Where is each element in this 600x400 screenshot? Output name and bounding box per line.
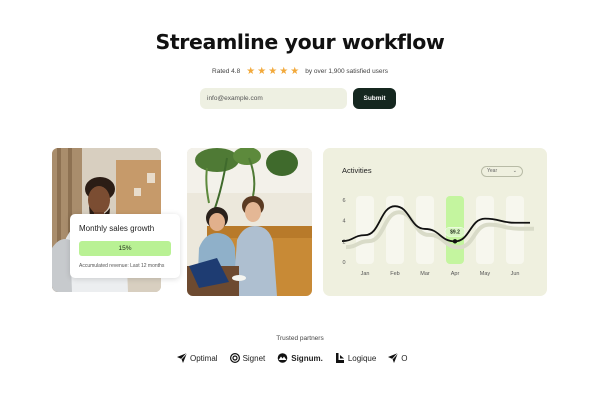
star-icon: ★: [268, 66, 278, 77]
rating-row: Rated 4.8 ★ ★ ★ ★ ★ by over 1,900 satisf…: [0, 66, 600, 77]
x-tick-label: Jun: [511, 271, 520, 277]
month-column: [356, 196, 374, 264]
sales-card-title: Monthly sales growth: [79, 224, 155, 233]
star-icon: ★: [279, 66, 289, 77]
y-tick-label: 0: [342, 260, 345, 266]
spiral-icon: [229, 353, 240, 363]
y-tick-label: 6: [342, 198, 345, 204]
sales-growth-bar: 15%: [79, 241, 171, 256]
x-tick-label: Feb: [390, 271, 399, 277]
page-title: Streamline your workflow: [155, 30, 445, 54]
highlight-value-label: $9.2: [450, 230, 460, 236]
partner-o: O: [388, 353, 408, 363]
partner-signet: Signet: [229, 353, 266, 363]
partner-name: O: [401, 353, 408, 363]
activities-card: Activities Year ⌄ 0 2 4 6 Jan Feb Mar Apr May Jun…: [323, 148, 547, 296]
rating-prefix: Rated 4.8: [212, 68, 241, 75]
activities-chart: 0246Jan Feb Mar Apr May Jun$9.2: [341, 196, 534, 277]
photo-team-working: [187, 148, 312, 296]
partners-row: Optimal Signet Signum. Logique O: [177, 351, 408, 365]
rating-stars: ★ ★ ★ ★ ★: [246, 66, 300, 77]
partner-name: Logique: [347, 353, 377, 363]
partner-name: Signum.: [291, 353, 323, 363]
x-tick-label: May: [480, 271, 491, 277]
y-tick-label: 4: [342, 219, 345, 225]
star-icon: ★: [290, 66, 300, 77]
partner-name: Optimal: [190, 353, 218, 363]
partner-logique: Logique: [335, 353, 376, 363]
sales-growth-card: Monthly sales growth 15% Accumulated rev…: [70, 214, 180, 278]
rating-suffix: by over 1,900 satisfied users: [305, 68, 388, 75]
paper-plane-icon: [177, 353, 187, 363]
x-tick-label: Mar: [420, 271, 430, 277]
email-field[interactable]: [200, 88, 347, 109]
partner-name: Signet: [242, 353, 266, 363]
mountain-icon: [277, 353, 288, 363]
highlight-point: [452, 239, 458, 244]
partner-signum: Signum.: [277, 353, 323, 363]
star-icon: ★: [246, 66, 256, 77]
paper-plane-icon: [388, 353, 399, 363]
l-mark-icon: [335, 353, 344, 363]
partners-label: Trusted partners: [276, 335, 324, 342]
partner-optimal: Optimal: [177, 353, 218, 363]
signup-form: Submit: [200, 88, 396, 109]
x-tick-label: Jan: [361, 271, 370, 277]
x-tick-label: Apr: [451, 271, 460, 277]
submit-button[interactable]: Submit: [353, 88, 396, 109]
sales-card-note: Accumulated revenue: Last 12 months: [79, 263, 165, 269]
star-icon: ★: [257, 66, 267, 77]
